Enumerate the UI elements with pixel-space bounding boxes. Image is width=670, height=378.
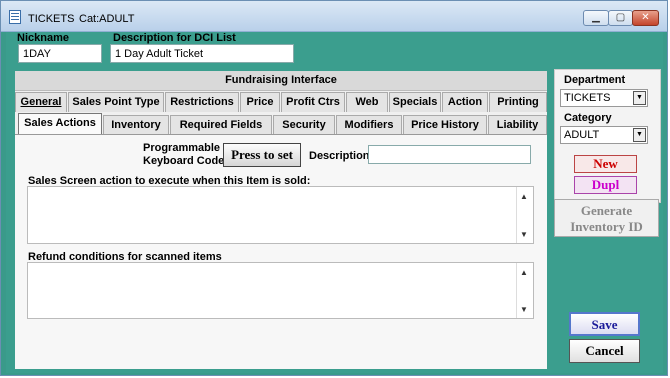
category-value: ADULT bbox=[564, 129, 600, 141]
chevron-down-icon[interactable]: ▼ bbox=[633, 91, 646, 105]
chevron-down-icon[interactable]: ▼ bbox=[633, 128, 646, 142]
description-label: Description bbox=[309, 150, 370, 162]
tab-security[interactable]: Security bbox=[273, 115, 335, 135]
keyboard-code-label: Keyboard Code bbox=[143, 155, 225, 167]
new-button[interactable]: New bbox=[574, 155, 637, 173]
window-subtitle: Cat:ADULT bbox=[79, 13, 135, 25]
press-to-set-button[interactable]: Press to set bbox=[223, 143, 301, 167]
keyboard-description-input[interactable] bbox=[368, 145, 531, 164]
title-bar[interactable]: TICKETS Cat:ADULT ▁ ▢ ✕ bbox=[1, 1, 667, 32]
tab-price[interactable]: Price bbox=[240, 92, 280, 112]
dupl-button[interactable]: Dupl bbox=[574, 176, 637, 194]
app-icon bbox=[9, 10, 21, 24]
refund-scrollbar[interactable]: ▲ ▼ bbox=[516, 263, 533, 318]
tab-web[interactable]: Web bbox=[346, 92, 388, 112]
tab-required-fields[interactable]: Required Fields bbox=[170, 115, 272, 135]
department-select[interactable]: TICKETS ▼ bbox=[560, 89, 648, 107]
tab-action[interactable]: Action bbox=[442, 92, 488, 112]
programmable-label: Programmable bbox=[143, 142, 221, 154]
tab-sales-actions[interactable]: Sales Actions bbox=[18, 113, 102, 135]
maximize-icon[interactable]: ▢ bbox=[608, 10, 633, 26]
sales-actions-content: Programmable Keyboard Code Press to set … bbox=[15, 134, 547, 369]
nickname-label: Nickname bbox=[17, 32, 69, 44]
tab-price-history[interactable]: Price History bbox=[403, 115, 487, 135]
generate-label: Generate bbox=[580, 203, 633, 218]
cancel-button[interactable]: Cancel bbox=[569, 339, 640, 363]
tab-modifiers[interactable]: Modifiers bbox=[336, 115, 402, 135]
department-value: TICKETS bbox=[564, 92, 611, 104]
tickets-window: TICKETS Cat:ADULT ▁ ▢ ✕ Nickname Descrip… bbox=[0, 0, 668, 376]
description-label: Description for DCI List bbox=[113, 32, 236, 44]
generate-inventory-id-button: Generate Inventory ID bbox=[554, 199, 659, 237]
tab-profit-ctrs[interactable]: Profit Ctrs bbox=[281, 92, 345, 112]
scroll-up-icon[interactable]: ▲ bbox=[520, 192, 528, 201]
tab-specials[interactable]: Specials bbox=[389, 92, 441, 112]
caption-buttons: ▁ ▢ ✕ bbox=[583, 10, 659, 27]
department-category-panel: Department TICKETS ▼ Category ADULT ▼ Ne… bbox=[554, 69, 661, 203]
form-client-area: Nickname Description for DCI List 1DAY 1… bbox=[6, 32, 663, 373]
close-icon[interactable]: ✕ bbox=[632, 10, 659, 26]
scroll-down-icon[interactable]: ▼ bbox=[520, 230, 528, 239]
save-button[interactable]: Save bbox=[569, 312, 640, 336]
scroll-down-icon[interactable]: ▼ bbox=[520, 305, 528, 314]
scroll-up-icon[interactable]: ▲ bbox=[520, 268, 528, 277]
department-label: Department bbox=[564, 74, 626, 86]
tab-inventory[interactable]: Inventory bbox=[103, 115, 169, 135]
sales-action-scrollbar[interactable]: ▲ ▼ bbox=[516, 187, 533, 243]
main-tab-panel: Fundraising Interface General Sales Poin… bbox=[15, 71, 547, 369]
category-select[interactable]: ADULT ▼ bbox=[560, 126, 648, 144]
tab-restrictions[interactable]: Restrictions bbox=[165, 92, 239, 112]
category-label: Category bbox=[564, 112, 612, 124]
window-title: TICKETS bbox=[28, 13, 75, 25]
fundraising-interface-button[interactable]: Fundraising Interface bbox=[15, 71, 547, 91]
tab-liability[interactable]: Liability bbox=[488, 115, 547, 135]
tab-printing[interactable]: Printing bbox=[489, 92, 547, 112]
description-input[interactable]: 1 Day Adult Ticket bbox=[110, 44, 294, 63]
tab-sales-point-type[interactable]: Sales Point Type bbox=[68, 92, 164, 112]
inventory-id-label: Inventory ID bbox=[570, 219, 643, 234]
sales-action-textarea[interactable]: ▲ ▼ bbox=[27, 186, 534, 244]
nickname-input[interactable]: 1DAY bbox=[18, 44, 102, 63]
minimize-icon[interactable]: ▁ bbox=[583, 10, 609, 26]
tab-general[interactable]: General bbox=[15, 92, 67, 112]
refund-conditions-textarea[interactable]: ▲ ▼ bbox=[27, 262, 534, 319]
